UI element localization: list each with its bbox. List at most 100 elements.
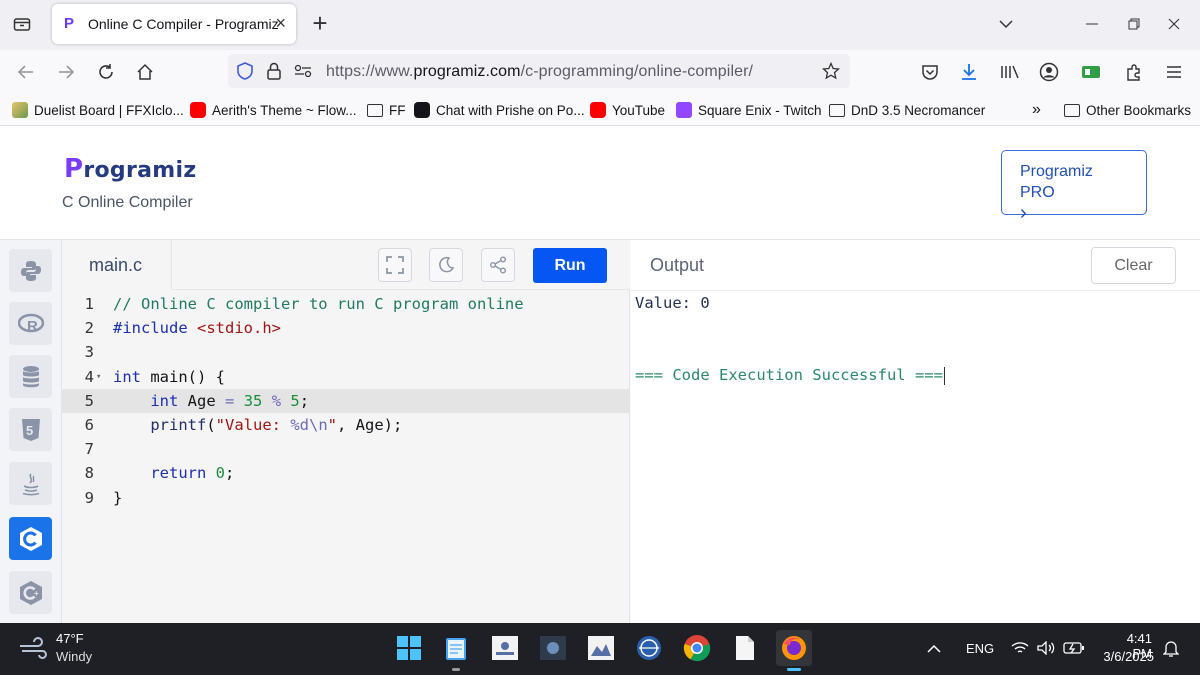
language-python-button[interactable] [9, 249, 52, 292]
code-line[interactable]: 8 return 0; [62, 461, 630, 485]
fullscreen-button[interactable] [378, 248, 412, 282]
close-window-icon[interactable] [1162, 12, 1186, 36]
code-line[interactable]: 7 [62, 437, 630, 461]
language-sql-button[interactable] [9, 355, 52, 398]
dark-mode-button[interactable] [429, 248, 463, 282]
account-icon [1039, 62, 1059, 82]
bookmark-chat-prishe[interactable]: Chat with Prishe on Po... [414, 101, 585, 119]
downloads-button[interactable] [955, 58, 983, 86]
restore-icon[interactable] [1122, 12, 1146, 36]
line-number: 9 [84, 488, 94, 507]
bookmark-other-bookmarks[interactable]: Other Bookmarks [1064, 101, 1191, 119]
lock-icon[interactable] [266, 62, 282, 80]
account-button[interactable] [1035, 58, 1063, 86]
file-tab[interactable]: main.c [62, 240, 172, 290]
show-hidden-icons-button[interactable] [924, 633, 944, 663]
line-number: 1 [84, 295, 94, 313]
tab-list-button[interactable] [8, 10, 36, 38]
wind-weather-icon[interactable] [18, 635, 48, 661]
input-language[interactable]: ENG [966, 641, 994, 656]
line-number: 8 [84, 464, 94, 483]
extension-button[interactable] [1077, 58, 1105, 86]
language-html-button[interactable]: 5 [9, 408, 52, 451]
page-subtitle: C Online Compiler [62, 194, 193, 211]
shield-icon[interactable] [236, 62, 254, 80]
close-tab-icon[interactable]: × [275, 13, 286, 34]
speaker-icon [1037, 641, 1055, 655]
minimize-icon[interactable] [1080, 12, 1104, 36]
notification-bell-icon [1163, 641, 1179, 657]
language-cpp-button[interactable]: + [9, 571, 52, 614]
wifi-button[interactable] [1008, 633, 1032, 663]
bookmark-square-enix-twitch[interactable]: Square Enix - Twitch [676, 101, 822, 119]
bookmark-folder-ff[interactable]: FF [367, 101, 406, 119]
clear-button[interactable]: Clear [1091, 247, 1176, 284]
chrome-icon [683, 635, 711, 662]
code-area[interactable]: 1// Online C compiler to run C program o… [62, 292, 630, 510]
bookmark-duelist-board[interactable]: Duelist Board | FFXIclo... [12, 101, 184, 119]
battery-button[interactable] [1060, 633, 1088, 663]
taskbar-chrome[interactable] [682, 633, 712, 663]
extensions-button[interactable] [1120, 58, 1148, 86]
youtube-icon [590, 102, 606, 118]
line-number: 3 [84, 343, 94, 362]
share-icon [490, 256, 506, 274]
bookmark-star-icon[interactable] [822, 62, 840, 80]
bookmark-label: Aerith's Theme ~ Flow... [212, 102, 357, 118]
taskbar-app-3[interactable] [586, 633, 616, 663]
programiz-favicon: P [64, 15, 75, 32]
weather-temperature[interactable]: 47°F [56, 631, 84, 646]
code-line[interactable]: 9} [62, 486, 630, 510]
bookmark-label: Square Enix - Twitch [698, 102, 822, 118]
taskbar-app-4[interactable] [634, 633, 664, 663]
editor-toolbar: Run [172, 240, 630, 290]
sql-icon [22, 365, 39, 387]
bookmark-aeriths-theme[interactable]: Aerith's Theme ~ Flow... [190, 101, 357, 119]
new-tab-button[interactable]: + [306, 10, 334, 38]
clock-date[interactable]: 3/6/2025 [1098, 649, 1154, 664]
taskbar-file[interactable] [730, 633, 760, 663]
code-line[interactable]: 3 [62, 340, 630, 364]
language-c-button[interactable] [9, 517, 52, 560]
list-all-tabs-icon[interactable] [994, 12, 1018, 36]
pocket-button[interactable] [916, 58, 944, 86]
fold-arrow-icon[interactable]: ▾ [96, 365, 101, 389]
menu-button[interactable] [1160, 58, 1188, 86]
taskbar-app-1[interactable] [490, 633, 520, 663]
cpp-icon: + [19, 580, 42, 605]
back-button[interactable] [12, 58, 40, 86]
library-button[interactable] [996, 58, 1024, 86]
code-line[interactable]: 1// Online C compiler to run C program o… [62, 292, 630, 316]
address-bar[interactable]: https://www.programiz.com/c-programming/… [228, 54, 850, 88]
more-bookmarks-chevron-icon[interactable]: » [1032, 101, 1041, 119]
volume-button[interactable] [1034, 633, 1058, 663]
programiz-logo[interactable]: Programiz [64, 154, 196, 184]
weather-condition[interactable]: Windy [56, 649, 92, 664]
r-icon: R [17, 313, 44, 335]
programiz-pro-button[interactable]: Programiz PRO › [1001, 150, 1147, 224]
language-java-button[interactable] [9, 462, 52, 505]
svg-text:5: 5 [26, 423, 33, 438]
taskbar-app-2[interactable] [538, 633, 568, 663]
notification-button[interactable] [1160, 633, 1182, 663]
pocket-icon [922, 64, 938, 80]
code-line[interactable]: 2 #include <stdio.h> [62, 316, 630, 340]
language-r-button[interactable]: R [9, 302, 52, 345]
run-button[interactable]: Run [533, 248, 607, 283]
permissions-icon[interactable] [294, 64, 312, 78]
taskbar-firefox[interactable] [776, 630, 812, 666]
reload-button[interactable] [92, 58, 120, 86]
browser-tab[interactable]: P Online C Compiler - Programiz × [52, 4, 296, 44]
forward-button[interactable] [52, 58, 80, 86]
output-line: Value: 0 [635, 294, 710, 312]
folder-icon [1064, 103, 1080, 117]
home-button[interactable] [131, 58, 159, 86]
code-line[interactable]: 4 ▾ int main() { [62, 365, 630, 389]
code-line[interactable]: 6 printf("Value: %d\n", Age); [62, 413, 630, 437]
share-button[interactable] [481, 248, 515, 282]
start-button[interactable] [394, 633, 424, 663]
taskbar-notepad[interactable] [441, 633, 471, 663]
bookmark-folder-dnd[interactable]: DnD 3.5 Necromancer [829, 101, 985, 119]
bookmark-youtube[interactable]: YouTube [590, 101, 665, 119]
code-line-highlighted[interactable]: 5 int Age = 35 % 5; [62, 388, 630, 413]
